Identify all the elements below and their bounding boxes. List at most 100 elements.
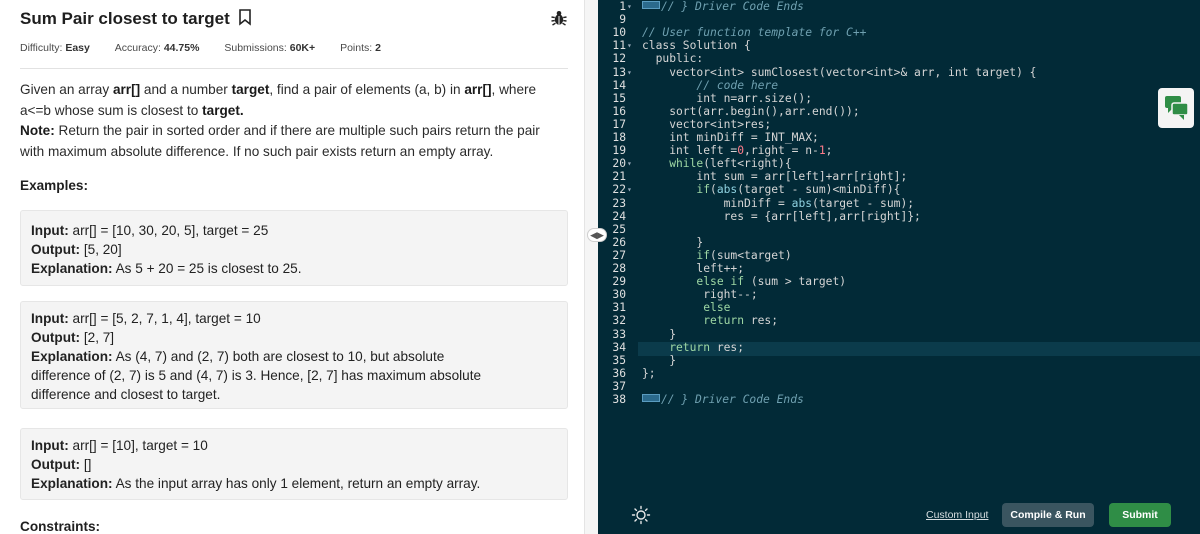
fold-arrow-icon[interactable]: ▾ bbox=[627, 157, 636, 170]
example-explanation-cont: difference and closest to target. bbox=[31, 387, 221, 402]
example-output: Output: [5, 20] bbox=[31, 242, 122, 257]
accuracy-label: Accuracy: bbox=[114, 42, 161, 54]
drag-handle-icon[interactable]: ◀▶ bbox=[587, 228, 607, 242]
code-token: (sum<target) bbox=[710, 248, 792, 262]
code-line[interactable]: 37 bbox=[598, 380, 1200, 393]
code-text: }; bbox=[642, 367, 656, 380]
chat-button[interactable] bbox=[1158, 88, 1194, 128]
difficulty-label: Difficulty: bbox=[20, 42, 63, 54]
compile-run-button[interactable]: Compile & Run bbox=[1002, 503, 1094, 527]
fold-arrow-icon[interactable]: ▾ bbox=[627, 0, 636, 13]
desc-line: Note: Return the pair in sorted order an… bbox=[20, 123, 540, 138]
code-line[interactable]: 32 return res; bbox=[598, 314, 1200, 327]
code-line[interactable]: 21 int sum = arr[left]+arr[right]; bbox=[598, 170, 1200, 183]
problem-description: Given an array arr[] and a number target… bbox=[20, 80, 570, 162]
code-token: 0 bbox=[737, 144, 745, 158]
line-number: 28 bbox=[612, 262, 626, 275]
code-token: int n=arr.size(); bbox=[642, 91, 813, 105]
code-token: (sum > target) bbox=[744, 275, 847, 289]
code-line[interactable]: 11 ▾ class Solution { bbox=[598, 39, 1200, 52]
code-text: left++; bbox=[642, 262, 744, 275]
constraints-heading: Constraints: bbox=[20, 519, 101, 534]
line-number: 11 bbox=[612, 39, 626, 53]
code-line[interactable]: 14 // code here bbox=[598, 79, 1200, 92]
code-line[interactable]: 24 res = {arr[left],arr[right]}; bbox=[598, 210, 1200, 223]
code-text: // } Driver Code Ends bbox=[642, 0, 804, 13]
line-number: 33 bbox=[612, 327, 626, 341]
code-line[interactable]: 36}; bbox=[598, 367, 1200, 380]
code-text: vector<int>res; bbox=[642, 118, 771, 131]
accuracy-value: 44.75% bbox=[163, 42, 200, 54]
code-line[interactable]: 27 if(sum<target) bbox=[598, 249, 1200, 262]
code-line[interactable]: 12 public: bbox=[598, 52, 1200, 65]
code-text: } bbox=[642, 354, 676, 367]
code-line[interactable]: 9 bbox=[598, 13, 1200, 26]
code-line[interactable]: 33 } bbox=[598, 328, 1200, 341]
problem-meta: Difficulty: Easy Accuracy: 44.75% Submis… bbox=[20, 42, 403, 54]
code-token: vector<int> sumClosest(vector<int>& arr,… bbox=[642, 65, 1037, 79]
sun-icon[interactable] bbox=[631, 505, 651, 525]
code-line[interactable]: 35 } bbox=[598, 354, 1200, 367]
code-line[interactable]: 26 } bbox=[598, 236, 1200, 249]
code-token: left++; bbox=[642, 262, 745, 275]
code-line[interactable]: 25 bbox=[598, 223, 1200, 236]
code-line[interactable]: 1 ▾ // } Driver Code Ends bbox=[598, 0, 1200, 13]
code-line[interactable]: 10 // User function template for C++ bbox=[598, 26, 1200, 39]
line-number: 29 bbox=[612, 275, 626, 289]
code-text: vector<int> sumClosest(vector<int>& arr,… bbox=[642, 66, 1036, 79]
submissions: Submissions: 60K+ bbox=[224, 42, 315, 54]
code-line[interactable]: 28 left++; bbox=[598, 262, 1200, 275]
code-line[interactable]: 34 return res; bbox=[598, 341, 1200, 354]
code-line[interactable]: 13 ▾ vector<int> sumClosest(vector<int>& … bbox=[598, 66, 1200, 79]
code-line[interactable]: 23 minDiff = abs(target - sum); bbox=[598, 197, 1200, 210]
code-line[interactable]: 18 int minDiff = INT_MAX; bbox=[598, 131, 1200, 144]
code-text: int sum = arr[left]+arr[right]; bbox=[642, 170, 907, 183]
line-number: 12 bbox=[612, 52, 626, 66]
line-number: 9 bbox=[619, 13, 626, 27]
example-box: Input: arr[] = [5, 2, 7, 1, 4], target =… bbox=[20, 301, 568, 409]
panel-resizer[interactable] bbox=[584, 0, 598, 534]
line-number: 31 bbox=[612, 301, 626, 315]
code-token: class Solution { bbox=[642, 39, 751, 53]
code-token: } bbox=[642, 353, 677, 367]
code-line[interactable]: 15 int n=arr.size(); bbox=[598, 92, 1200, 105]
fold-arrow-icon[interactable]: ▾ bbox=[627, 39, 636, 52]
code-token: ,right = n- bbox=[744, 144, 819, 158]
bookmark-icon[interactable] bbox=[237, 8, 253, 26]
code-token: res = {arr[left],arr[right]}; bbox=[642, 209, 921, 223]
line-number: 15 bbox=[612, 91, 626, 105]
bug-icon[interactable] bbox=[550, 9, 568, 27]
example-box: Input: arr[] = [10], target = 10 Output:… bbox=[20, 428, 568, 500]
code-text: // } Driver Code Ends bbox=[642, 393, 804, 406]
fold-arrow-icon[interactable]: ▾ bbox=[627, 66, 636, 79]
examples-heading: Examples: bbox=[20, 178, 89, 193]
code-line[interactable]: 31 else bbox=[598, 301, 1200, 314]
code-line[interactable]: 17 vector<int>res; bbox=[598, 118, 1200, 131]
code-text: sort(arr.begin(),arr.end()); bbox=[642, 105, 859, 118]
line-number: 34 bbox=[612, 340, 626, 354]
code-line[interactable]: 19 int left =0,right = n-1; bbox=[598, 144, 1200, 157]
line-number: 14 bbox=[612, 78, 626, 92]
fold-arrow-icon[interactable]: ▾ bbox=[627, 183, 636, 196]
code-line[interactable]: 38 // } Driver Code Ends bbox=[598, 393, 1200, 406]
code-line[interactable]: 20 ▾ while(left<right){ bbox=[598, 157, 1200, 170]
code-token: else bbox=[642, 301, 731, 315]
folded-code-marker[interactable] bbox=[642, 1, 660, 9]
code-token: abs bbox=[716, 183, 738, 197]
code-editor[interactable]: 1 ▾// } Driver Code Ends 9 10// User functi… bbox=[598, 0, 1200, 496]
custom-input-link[interactable]: Custom Input bbox=[926, 509, 988, 521]
code-token: if bbox=[642, 183, 711, 197]
code-line[interactable]: 29 else if (sum > target) bbox=[598, 275, 1200, 288]
code-token: // User function template for C++ bbox=[642, 26, 867, 40]
line-number: 17 bbox=[612, 117, 626, 131]
code-token: return bbox=[642, 340, 711, 354]
code-line[interactable]: 16 sort(arr.begin(),arr.end()); bbox=[598, 105, 1200, 118]
code-text: // User function template for C++ bbox=[642, 26, 866, 39]
code-line[interactable]: 30 right--; bbox=[598, 288, 1200, 301]
submit-button[interactable]: Submit bbox=[1109, 503, 1171, 527]
folded-code-marker[interactable] bbox=[642, 394, 660, 402]
line-number: 22 bbox=[612, 183, 626, 197]
code-token: right--; bbox=[642, 288, 758, 302]
code-line[interactable]: 22 ▾ if(abs(target - sum)<minDiff){ bbox=[598, 183, 1200, 196]
code-text: else if (sum > target) bbox=[642, 275, 846, 288]
